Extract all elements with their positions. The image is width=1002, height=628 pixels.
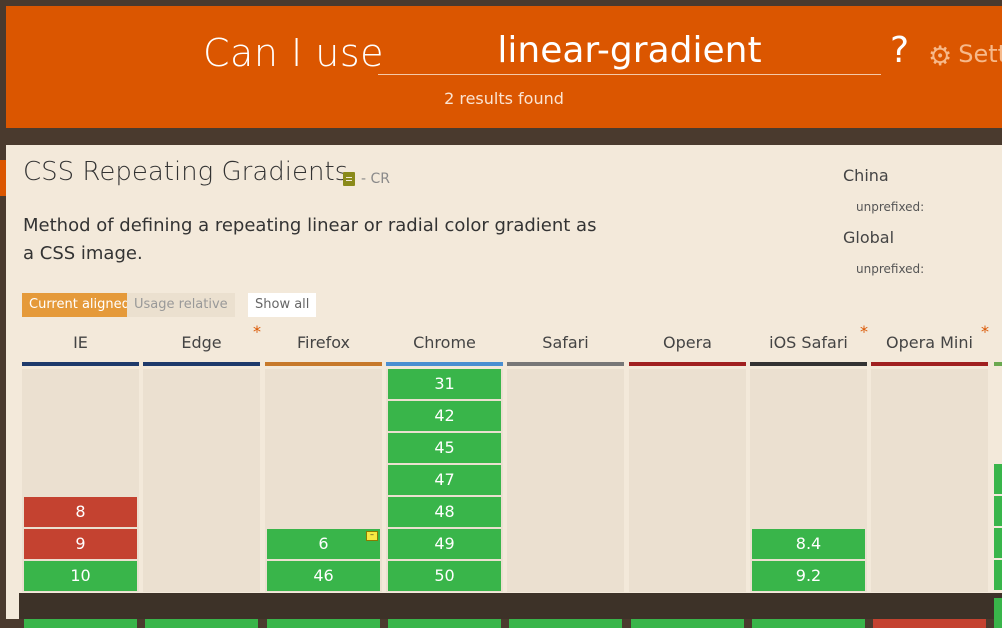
browser-name[interactable]: Chrome	[386, 333, 503, 352]
version-cell[interactable]: 45	[388, 433, 501, 463]
browser-name[interactable]: IE	[22, 333, 139, 352]
browser-name[interactable]: Firefox	[265, 333, 382, 352]
browser-note-asterisk[interactable]: *	[860, 322, 868, 341]
browser-note-asterisk[interactable]: *	[981, 322, 989, 341]
browser-color-bar	[143, 362, 260, 366]
browser-column: IE891011	[22, 0, 139, 628]
browser-name[interactable]: Edge	[143, 333, 260, 352]
browser-column: Chrome3142454748495051	[386, 0, 503, 628]
version-cell[interactable]: 46	[267, 561, 380, 591]
browser-column-bg	[871, 369, 988, 592]
version-cell[interactable]: 8.4	[752, 529, 865, 559]
version-cell[interactable]: 31	[388, 369, 501, 399]
browser-column: Opera37	[629, 0, 746, 628]
version-cell[interactable]: 6–	[267, 529, 380, 559]
version-cell[interactable]: 47	[388, 465, 501, 495]
version-cell[interactable]: 42	[388, 401, 501, 431]
browser-name[interactable]: Safari	[507, 333, 624, 352]
version-cell[interactable]: 9	[24, 529, 137, 559]
browser-color-bar	[507, 362, 624, 366]
version-cell[interactable]: 48	[388, 497, 501, 527]
browser-column-bg	[629, 369, 746, 592]
browser-column: Edge*13	[143, 0, 261, 628]
browser-color-bar	[629, 362, 746, 366]
version-cell[interactable]: 49	[388, 529, 501, 559]
browser-color-bar	[22, 362, 139, 366]
browser-color-bar	[750, 362, 867, 366]
browser-column: iOS Safari*8.49.29.3	[750, 0, 868, 628]
browser-column: Safari9.1	[507, 0, 624, 628]
browser-column-bg	[143, 369, 260, 592]
browser-color-bar	[386, 362, 503, 366]
partial-support-note-icon: –	[366, 531, 378, 541]
browser-name[interactable]: Opera Mini	[871, 333, 988, 352]
version-cell[interactable]: 50	[388, 561, 501, 591]
browser-note-asterisk[interactable]: *	[253, 322, 261, 341]
browser-name[interactable]: iOS Safari	[750, 333, 867, 352]
browser-color-bar	[871, 362, 988, 366]
browser-color-bar	[265, 362, 382, 366]
browser-name[interactable]: Opera	[629, 333, 746, 352]
version-cell[interactable]: 8	[24, 497, 137, 527]
current-versions-row	[19, 593, 1002, 619]
version-cell[interactable]: 10	[24, 561, 137, 591]
version-cell[interactable]: 9.2	[752, 561, 865, 591]
browser-column: Firefox6–4647	[265, 0, 382, 628]
browser-column-bg	[507, 369, 624, 592]
browser-column: Opera Mini*8	[871, 0, 989, 628]
